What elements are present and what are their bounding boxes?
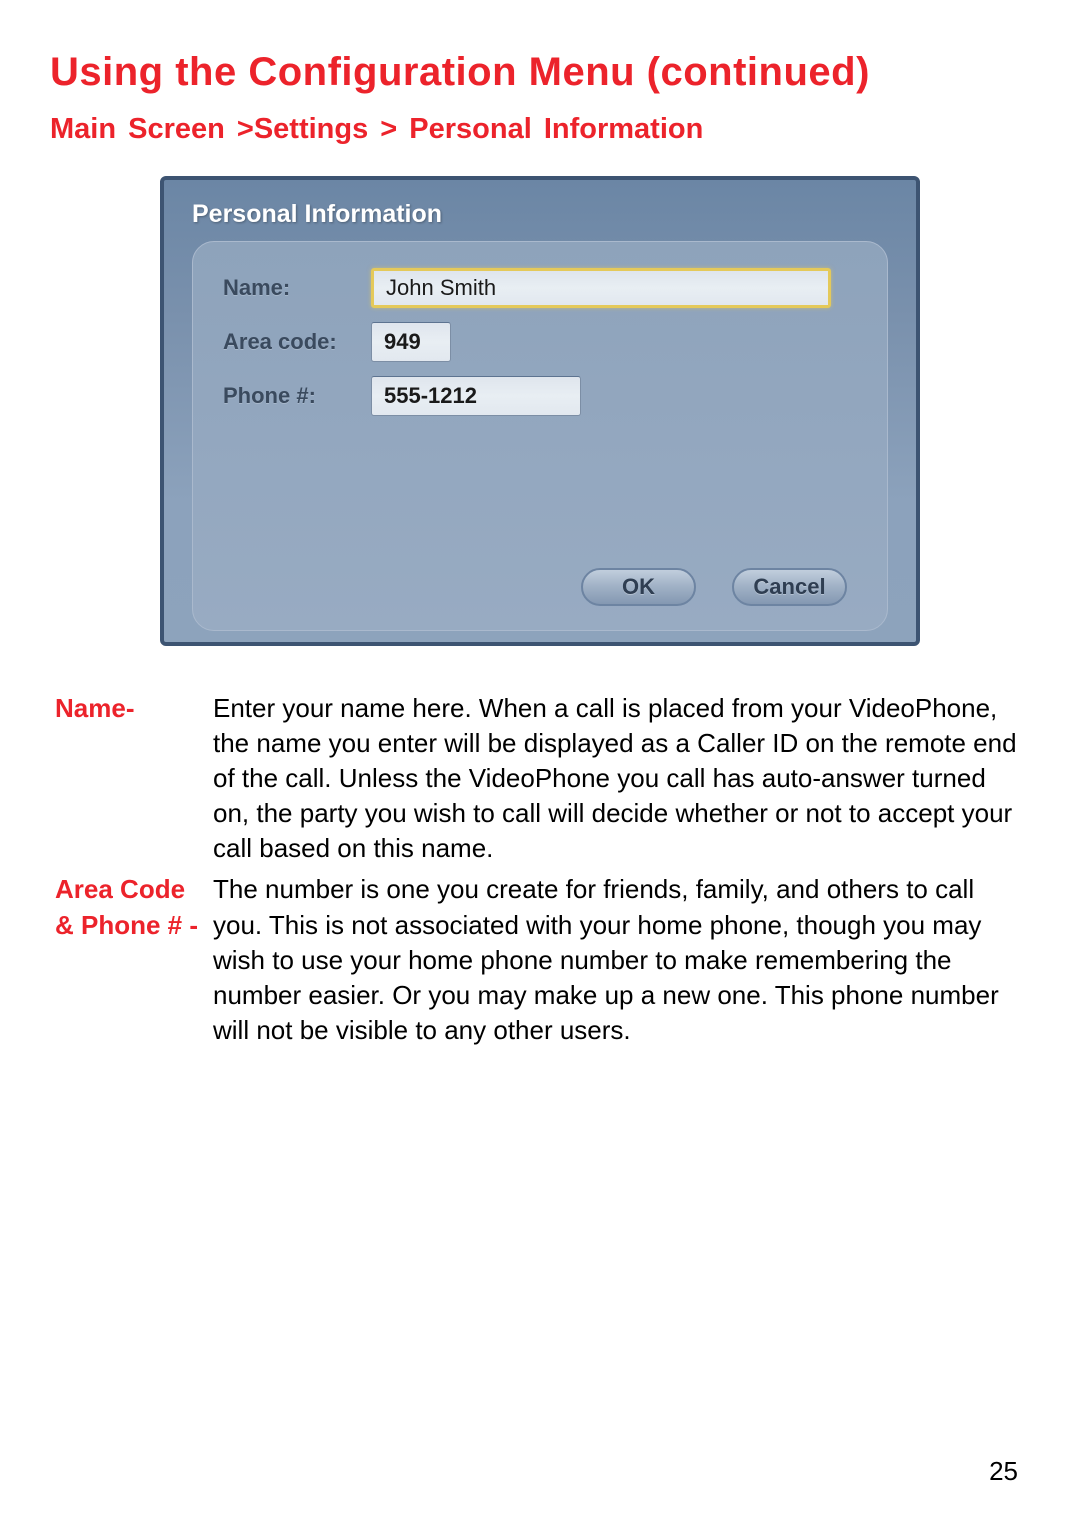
personal-info-dialog: Personal Information Name: Area code: Ph…	[160, 176, 920, 646]
name-description-label: Name-	[55, 691, 213, 726]
descriptions: Name- Enter your name here. When a call …	[50, 691, 1030, 1048]
area-code-label: Area code:	[223, 329, 371, 355]
phone-label: Phone #:	[223, 383, 371, 409]
name-description-text: Enter your name here. When a call is pla…	[213, 691, 1025, 866]
cancel-button[interactable]: Cancel	[732, 568, 847, 606]
area-description-row: Area Code & Phone # - The number is one …	[55, 872, 1025, 1047]
name-input[interactable]	[371, 268, 831, 308]
name-description-row: Name- Enter your name here. When a call …	[55, 691, 1025, 866]
breadcrumb: Main Screen >Settings > Personal Informa…	[50, 113, 1030, 146]
area-code-input[interactable]	[371, 322, 451, 362]
phone-input[interactable]	[371, 376, 581, 416]
dialog-body: Name: Area code: Phone #: OK Cancel	[192, 241, 888, 631]
phone-row: Phone #:	[223, 376, 857, 416]
area-label-line1: Area Code	[55, 874, 185, 904]
dialog-screenshot: Personal Information Name: Area code: Ph…	[160, 176, 920, 646]
page-title: Using the Configuration Menu (continued)	[50, 50, 1030, 95]
area-description-text: The number is one you create for friends…	[213, 872, 1025, 1047]
name-label: Name:	[223, 275, 371, 301]
page-number: 25	[989, 1456, 1018, 1487]
area-label-line2: & Phone # -	[55, 910, 198, 940]
area-row: Area code:	[223, 322, 857, 362]
dialog-title: Personal Information	[192, 200, 888, 229]
dialog-button-row: OK Cancel	[581, 568, 847, 606]
name-row: Name:	[223, 268, 857, 308]
area-description-label: Area Code & Phone # -	[55, 872, 213, 942]
ok-button[interactable]: OK	[581, 568, 696, 606]
